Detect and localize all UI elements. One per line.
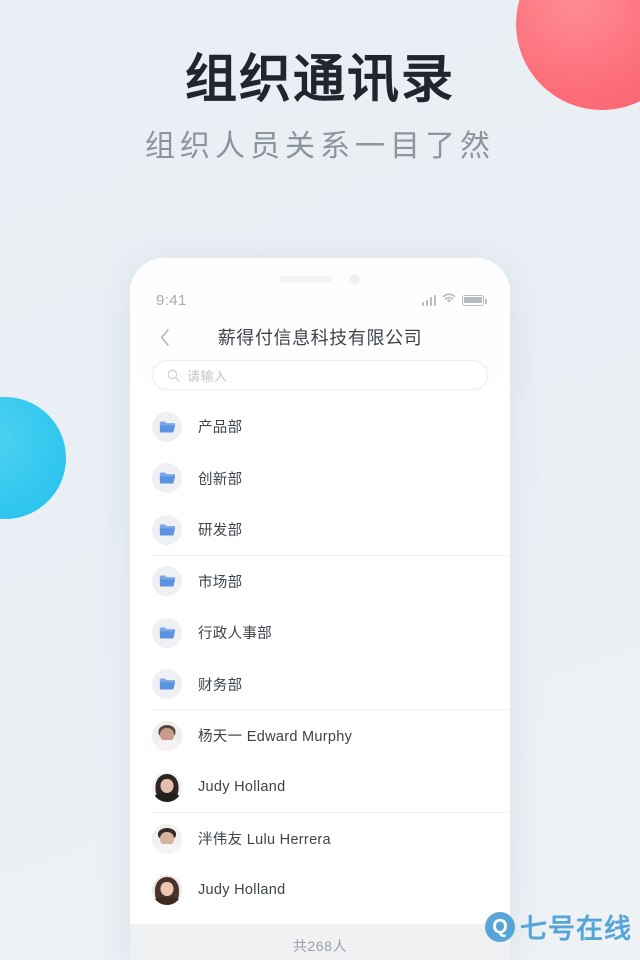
search-input[interactable]: 请输入 [152, 360, 488, 390]
department-row[interactable]: 产品部 [130, 401, 510, 453]
avatar-photo [152, 875, 182, 906]
wifi-icon [442, 291, 456, 309]
department-row[interactable]: 研发部 [130, 504, 510, 556]
avatar [152, 875, 182, 906]
department-name: 研发部 [198, 523, 243, 540]
nav-bar: 薪得付信息科技有限公司 [130, 316, 510, 358]
front-camera-icon [350, 274, 360, 284]
contact-list[interactable]: 产品部创新部研发部市场部行政人事部财务部杨天一 Edward Murphy Jud… [130, 401, 510, 916]
department-name: 市场部 [198, 574, 243, 591]
contact-name: Judy Holland [198, 882, 286, 899]
headline-block: 组织通讯录 组织人员关系一目了然 [0, 48, 640, 166]
watermark: Q 七号在线 [485, 907, 632, 946]
signal-bars-icon [421, 294, 436, 306]
contact-row[interactable]: 杨天一 Edward Murphy [130, 710, 510, 762]
page-title: 组织通讯录 [184, 51, 455, 109]
department-name: 产品部 [198, 420, 243, 437]
speaker-grille-icon [280, 276, 332, 282]
contact-row[interactable]: Judy Holland [130, 865, 510, 917]
department-name: 行政人事部 [198, 626, 272, 643]
list-footer: 共268人 [130, 924, 510, 960]
department-name: 财务部 [198, 677, 243, 694]
phone-notch [130, 274, 510, 284]
folder-icon [152, 411, 182, 442]
department-row[interactable]: 财务部 [130, 659, 510, 710]
watermark-text: 七号在线 [520, 914, 632, 944]
folder-icon [152, 669, 182, 700]
phone-screen: 9:41 薪得付信息科技有限公司 请输入 产品部 创新部 研发部 市场部 行政人… [130, 258, 510, 960]
avatar-photo [152, 720, 182, 751]
department-name: 创新部 [198, 471, 243, 488]
status-icon-group [421, 291, 487, 309]
contact-row[interactable]: 泮伟友 Lulu Herrera [130, 813, 510, 865]
contact-row[interactable]: Judy Holland [130, 762, 510, 813]
status-time: 9:41 [156, 291, 187, 309]
battery-icon [462, 294, 487, 306]
contact-name: 杨天一 Edward Murphy [198, 729, 353, 746]
avatar-photo [152, 823, 182, 854]
avatar [152, 720, 182, 751]
avatar [152, 772, 182, 803]
contact-name: 泮伟友 Lulu Herrera [198, 832, 331, 849]
promo-screenshot: 组织通讯录 组织人员关系一目了然 9:41 薪得付信息科技有限公司 请输入 产品… [0, 0, 640, 960]
page-subtitle: 组织人员关系一目了然 [145, 130, 495, 163]
avatar-photo [152, 772, 182, 803]
avatar [152, 823, 182, 854]
department-row[interactable]: 市场部 [130, 556, 510, 608]
department-row[interactable]: 行政人事部 [130, 607, 510, 659]
search-bar-container: 请输入 [130, 360, 510, 390]
folder-icon [152, 566, 182, 597]
status-bar: 9:41 [130, 288, 510, 312]
decorative-blue-circle [0, 397, 66, 519]
nav-title: 薪得付信息科技有限公司 [217, 328, 423, 348]
search-icon [167, 369, 180, 382]
search-placeholder: 请输入 [187, 368, 228, 384]
watermark-logo-icon: Q [485, 911, 515, 942]
folder-icon [152, 463, 182, 494]
folder-icon [152, 514, 182, 545]
total-count-label: 共268人 [292, 938, 348, 954]
phone-mockup: 9:41 薪得付信息科技有限公司 请输入 产品部 创新部 研发部 市场部 行政人… [130, 258, 510, 960]
contact-name: Judy Holland [198, 779, 286, 796]
department-row[interactable]: 创新部 [130, 453, 510, 505]
chevron-left-icon[interactable] [154, 326, 176, 348]
folder-icon [152, 617, 182, 648]
